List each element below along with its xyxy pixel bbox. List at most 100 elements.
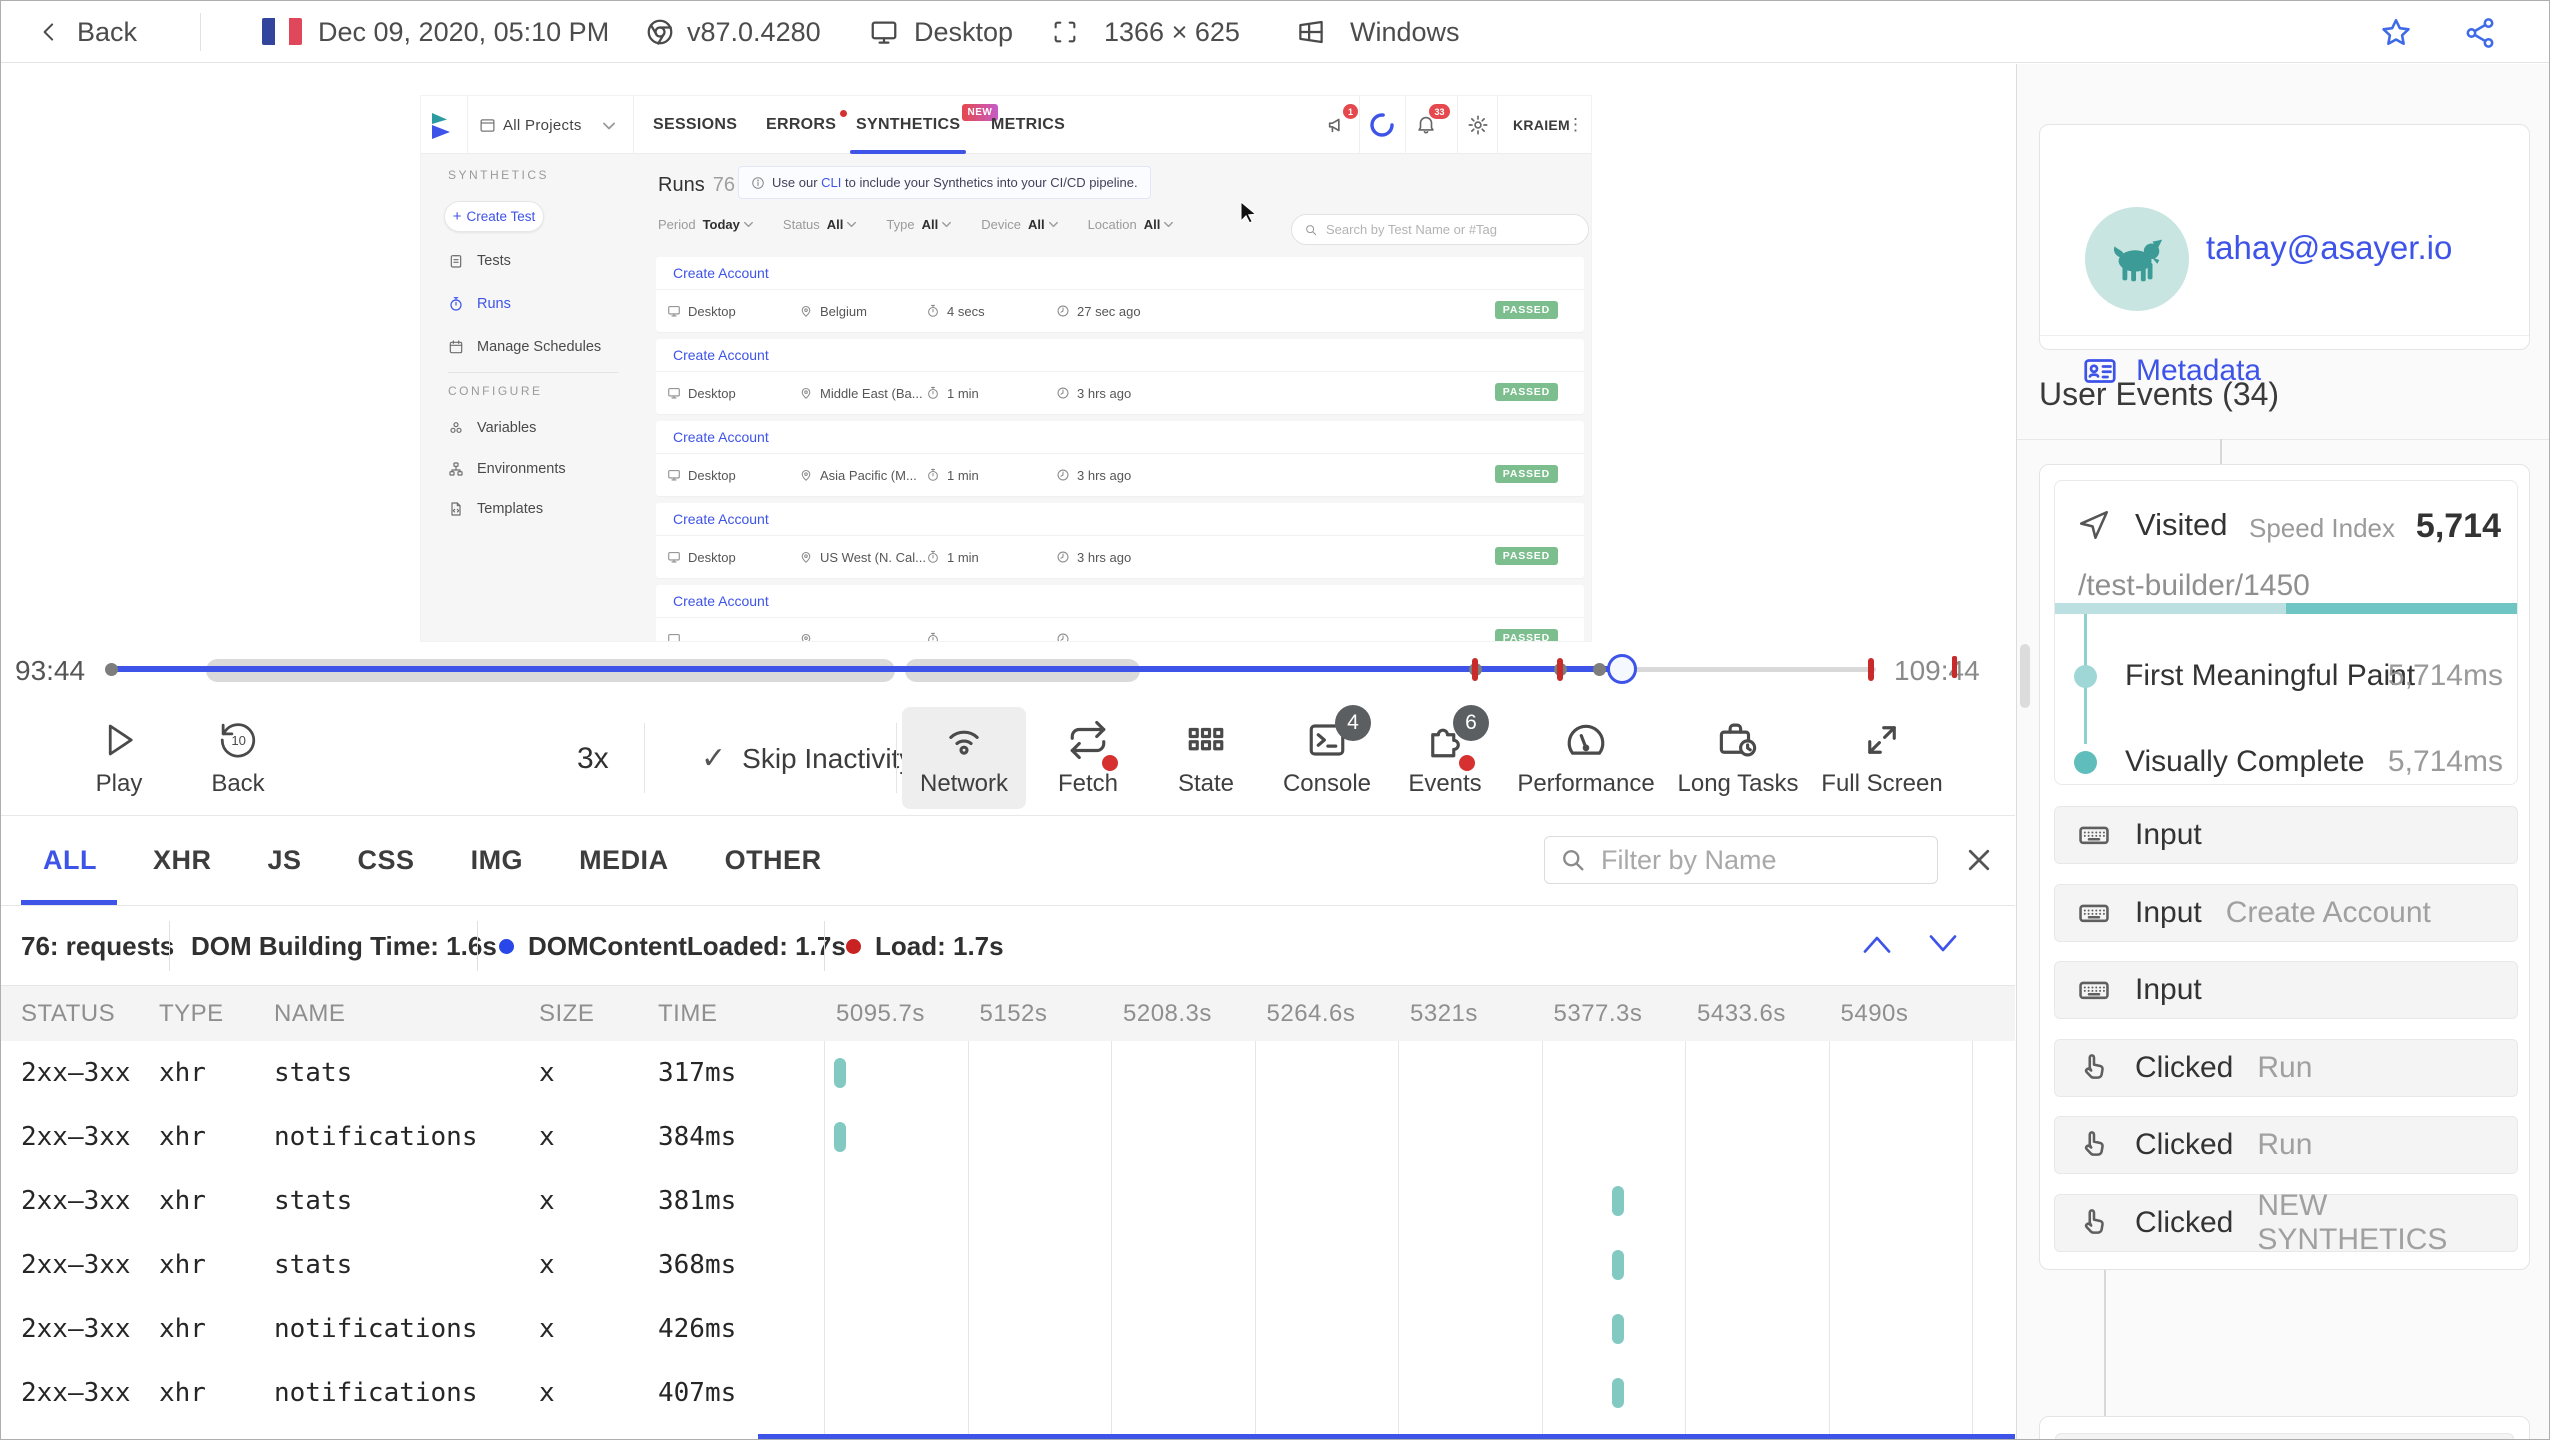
metric-value: 5,714ms [2387, 659, 2503, 692]
event-item-input[interactable]: Input [2054, 961, 2518, 1019]
network-filter-input[interactable] [1599, 843, 1899, 877]
back-10s-button[interactable]: 10 Back [176, 707, 300, 809]
scrollbar-thumb[interactable] [2020, 644, 2030, 708]
chevron-down-icon [743, 220, 753, 229]
pin-icon [799, 468, 813, 482]
sidebar-item-label: Manage Schedules [477, 339, 602, 355]
network-request-row[interactable]: 2xx–3xx xhr notifications x 407ms [1, 1361, 2015, 1425]
sitemap-icon [448, 461, 464, 477]
favorite-star-button[interactable] [2379, 16, 2413, 50]
visited-event-card[interactable]: Visited Speed Index 5,714 /test-builder/… [2054, 480, 2518, 785]
monitor-icon [869, 17, 899, 47]
playhead-handle[interactable] [1606, 654, 1637, 684]
runs-page-title: Runs 76 [658, 174, 735, 196]
sidebar-item-runs: Runs [448, 290, 511, 318]
request-timing-bar [1611, 1186, 1624, 1216]
time-column-header: 5152s [979, 999, 1048, 1027]
tool-console[interactable]: Console 4 [1265, 705, 1389, 809]
event-item-clicked[interactable]: Clicked Run [2054, 1038, 2518, 1097]
calendar-icon [448, 339, 464, 355]
event-item-input[interactable]: Input [2054, 806, 2518, 864]
event-target: NEW SYNTHETICS [2257, 1188, 2448, 1256]
speed-index-value: 5,714 [2415, 507, 2501, 545]
run-desktop-cell [667, 618, 688, 641]
next-event-button[interactable] [1925, 931, 1961, 957]
sidebar-item-label: Variables [477, 420, 537, 436]
event-item-input[interactable]: Input Create Account [2054, 883, 2518, 942]
status-badge: PASSED [1494, 629, 1558, 641]
visit-progress-bar [2055, 603, 2517, 614]
cell-status: 2xx–3xx [21, 1378, 131, 1408]
tool-state[interactable]: State [1144, 707, 1268, 809]
total-time-label: 109:44 [1894, 655, 1980, 686]
event-action: Clicked [2135, 1128, 2234, 1161]
timeline-load-bar [758, 1434, 2015, 1439]
share-button[interactable] [2463, 16, 2497, 50]
mouse-cursor-icon [1236, 201, 1258, 227]
network-request-row[interactable]: 2xx–3xx xhr stats x 381ms [1, 1169, 2015, 1233]
back-button[interactable]: Back [37, 1, 137, 63]
network-request-row[interactable]: 2xx–3xx xhr notifications x 384ms [1, 1105, 2015, 1169]
app-logo-icon [429, 111, 459, 141]
user-avatar [2085, 207, 2189, 311]
run-row: Create Account Desktop Belgium 4 secs 27 sec… [656, 257, 1584, 332]
playback-timeline[interactable] [105, 641, 1879, 701]
network-tab-media[interactable]: MEDIA [579, 816, 669, 905]
announcements-icon [1326, 114, 1348, 136]
run-stopwatch-cell: 4 secs [926, 290, 985, 332]
tool-long-tasks[interactable]: Long Tasks [1676, 707, 1800, 809]
france-flag-icon [262, 18, 302, 45]
tool-events[interactable]: Events 6 [1383, 705, 1507, 809]
close-panel-button[interactable] [1964, 845, 1994, 875]
session-side-panel: tahay@asayer.io Metadata User Events (34… [2016, 64, 2549, 1439]
cell-status: 2xx–3xx [21, 1186, 131, 1216]
network-tab-img[interactable]: IMG [471, 816, 524, 905]
filter-location: Location All [1088, 217, 1174, 232]
event-item-clicked[interactable]: Clicked Run [2054, 1116, 2518, 1174]
prev-event-button[interactable] [1859, 931, 1895, 957]
network-request-row[interactable]: 2xx–3xx xhr stats x 368ms [1, 1233, 2015, 1297]
gauge-icon [1565, 719, 1607, 761]
run-clock-cell: 3 hrs ago [1056, 454, 1131, 496]
speed-toggle[interactable]: 3x [577, 701, 609, 816]
user-email: tahay@asayer.io [2206, 229, 2453, 266]
run-stopwatch-cell: 1 min [926, 536, 979, 578]
network-request-row[interactable]: 2xx–3xx xhr stats x 317ms [1, 1041, 2015, 1105]
run-pin-cell [799, 618, 820, 641]
run-pin-cell: Middle East (Ba... [799, 372, 923, 414]
clock-icon [1056, 304, 1070, 318]
sidebar-item-variables: Variables [448, 414, 536, 442]
tool-full-screen[interactable]: Full Screen [1820, 707, 1944, 809]
run-pin-cell: Asia Pacific (M... [799, 454, 917, 496]
skip-inactivity-toggle[interactable]: ✓ Skip Inactivity [701, 701, 913, 816]
status-badge: PASSED [1494, 547, 1558, 565]
svg-text:10: 10 [231, 733, 246, 748]
play-button[interactable]: Play [57, 707, 181, 809]
network-request-row[interactable]: 2xx–3xx xhr notifications x 426ms [1, 1297, 2015, 1361]
network-tab-all[interactable]: ALL [21, 816, 117, 905]
network-tab-js[interactable]: JS [268, 816, 302, 905]
tool-network[interactable]: Network [902, 707, 1026, 809]
back-label: Back [77, 16, 138, 47]
cell-time: 368ms [658, 1250, 737, 1280]
tool-count-badge: 4 [1335, 705, 1371, 741]
stopwatch-icon [926, 468, 940, 482]
run-clock-cell: 3 hrs ago [1056, 536, 1131, 578]
run-desktop-cell: Desktop [667, 536, 736, 578]
time-column-header: 5208.3s [1123, 999, 1212, 1027]
tool-fetch[interactable]: Fetch [1026, 707, 1150, 809]
cell-size: x [539, 1122, 555, 1152]
pin-icon [799, 386, 813, 400]
expand-icon [1861, 719, 1903, 761]
desktop-icon [667, 386, 681, 400]
template-icon [448, 501, 464, 517]
event-dot [1592, 663, 1606, 676]
network-tab-css[interactable]: CSS [358, 816, 415, 905]
browser-version: v87.0.4280 [687, 16, 821, 47]
network-tab-xhr[interactable]: XHR [153, 816, 212, 905]
visit-metric: Visually Complete 5,714ms [2055, 742, 2519, 782]
cell-type: xhr [159, 1058, 206, 1088]
event-item-clicked[interactable]: Clicked NEW SYNTHETICS [2054, 1189, 2518, 1256]
tool-performance[interactable]: Performance [1517, 707, 1655, 809]
network-tab-other[interactable]: OTHER [725, 816, 822, 905]
